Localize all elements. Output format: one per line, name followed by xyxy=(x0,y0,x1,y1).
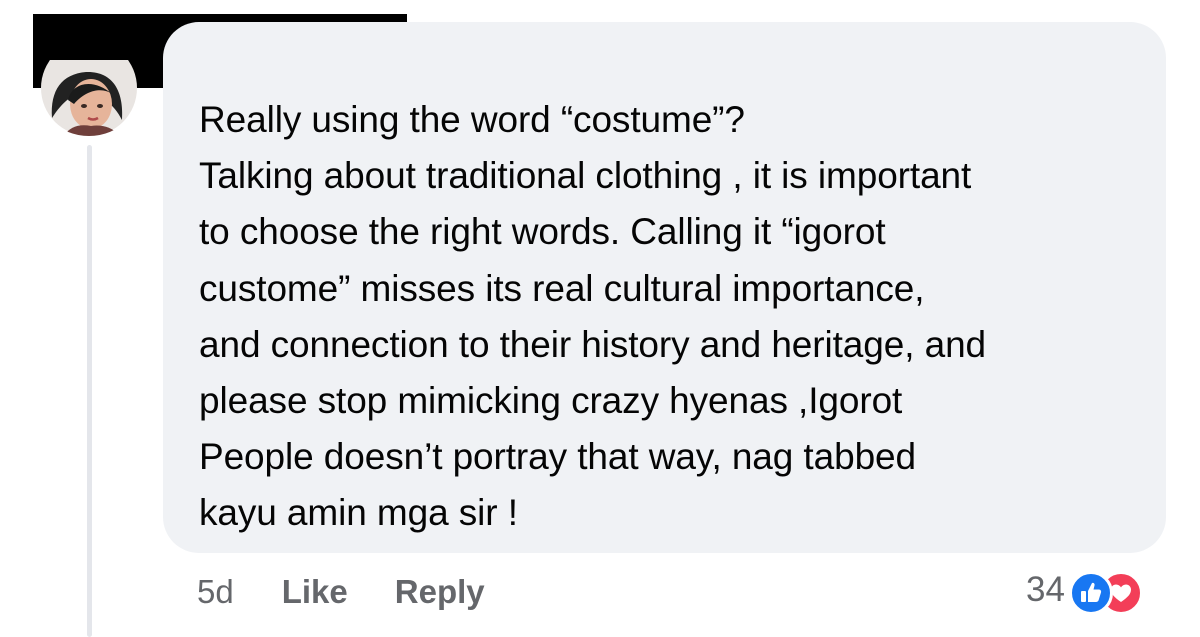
comment-text: Really using the word “costume”? Talking… xyxy=(199,92,1149,542)
comment-line: and connection to their history and heri… xyxy=(199,323,987,365)
comment-line: kayu amin mga sir ! xyxy=(199,492,518,534)
like-icon xyxy=(1068,571,1113,615)
comment-line: People doesn’t portray that way, nag tab… xyxy=(199,436,917,478)
comment-line: please stop mimicking crazy hyenas ,Igor… xyxy=(199,380,903,422)
reaction-count: 34 xyxy=(1026,570,1065,609)
reply-button[interactable]: Reply xyxy=(395,573,485,611)
avatar[interactable] xyxy=(34,60,144,136)
comment-actions: 5d Like Reply xyxy=(197,570,485,614)
comment-line: Talking about traditional clothing , it … xyxy=(199,155,972,197)
timestamp-link[interactable]: 5d xyxy=(197,573,234,611)
comment-line: to choose the right words. Calling it “i… xyxy=(199,211,886,253)
reactions-summary[interactable]: 34 xyxy=(1026,568,1145,615)
like-button[interactable]: Like xyxy=(282,573,348,611)
reply-thread-line xyxy=(87,145,92,637)
comment-line: Really using the word “costume”? xyxy=(199,99,745,140)
comment-line: custome” misses its real cultural import… xyxy=(199,267,925,309)
reaction-icons xyxy=(1068,568,1145,615)
